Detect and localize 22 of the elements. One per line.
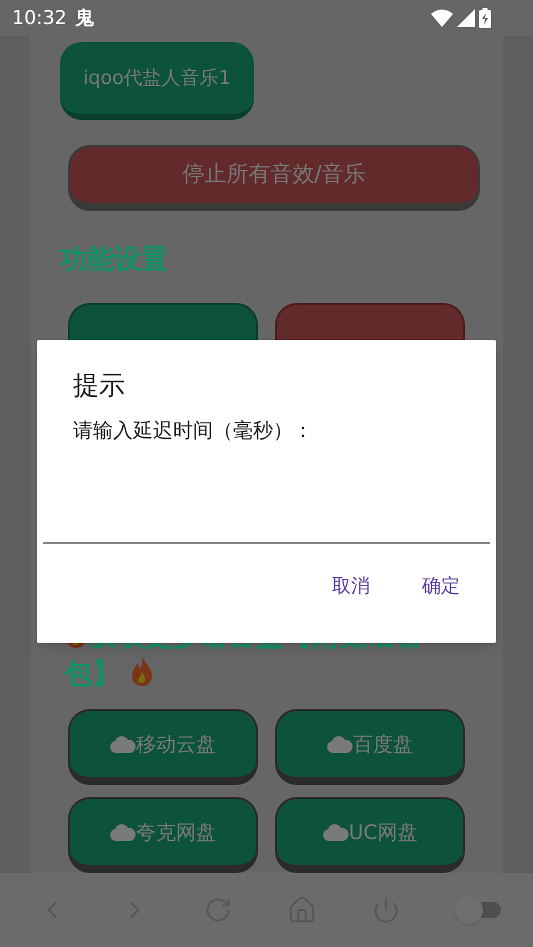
signal-icon [457, 9, 475, 27]
dialog-button[interactable]: 取消 [316, 566, 386, 606]
cloud-drive-button[interactable]: 百度盘 [275, 709, 465, 785]
cloud-icon [322, 823, 349, 841]
cloud-drive-button[interactable]: 移动云盘 [68, 709, 258, 785]
dialog-title: 提示 [73, 370, 126, 403]
dialog-button[interactable]: 确定 [406, 566, 476, 606]
dialog-message: 请输入延迟时间（毫秒）： [73, 417, 314, 444]
notification-icon: 鬼 [74, 4, 94, 32]
cloud-icon [110, 823, 136, 841]
stop-button[interactable]: 停止所有音效/音乐 [68, 144, 480, 211]
music-button[interactable]: iqoo代盐人音乐1 [60, 42, 254, 120]
cloud-icon [110, 735, 136, 753]
cloud-drive-button[interactable]: 夸克网盘 [68, 797, 258, 873]
toggle-switch[interactable] [455, 896, 503, 924]
cloud-icon [327, 735, 353, 753]
flame-icon [130, 655, 154, 687]
wifi-icon [431, 9, 453, 27]
time: 10:32 [12, 6, 67, 31]
section-title: 功能设置 [60, 243, 169, 277]
cloud-drive-button[interactable]: UC网盘 [275, 797, 465, 873]
battery-icon [479, 8, 491, 28]
